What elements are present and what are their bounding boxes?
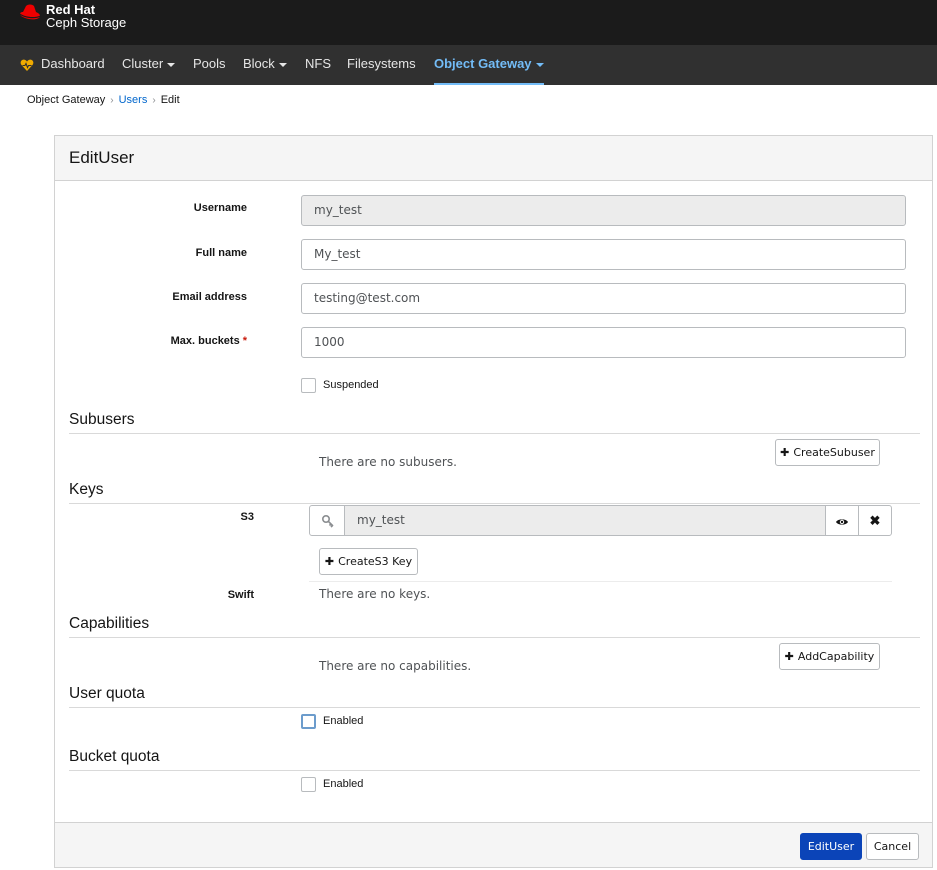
suspended-checkbox[interactable] xyxy=(301,378,316,393)
bucket-quota-enabled-checkbox[interactable] xyxy=(301,777,316,792)
card-footer: EditUser Cancel xyxy=(55,822,932,867)
max-buckets-field[interactable]: 1000 xyxy=(301,327,906,358)
keys-heading: Keys xyxy=(69,481,104,498)
plus-icon: ✚ xyxy=(324,555,335,568)
main-navbar: Dashboard Cluster Pools Block NFS Filesy… xyxy=(0,45,937,85)
chevron-down-icon xyxy=(278,62,287,67)
nav-pools[interactable]: Pools xyxy=(193,45,226,85)
s3-key-user-field[interactable]: my_test xyxy=(344,505,826,536)
create-subuser-button[interactable]: ✚ CreateSubuser xyxy=(775,439,880,466)
plus-icon: ✚ xyxy=(780,446,790,459)
add-capability-button[interactable]: ✚ AddCapability xyxy=(779,643,880,670)
divider xyxy=(69,637,920,638)
red-hat-logo-icon xyxy=(19,4,41,20)
card-header: EditUser xyxy=(55,136,932,181)
nav-block-label: Block xyxy=(243,56,275,71)
s3-key-row: my_test ✖ xyxy=(309,505,892,536)
username-field[interactable]: my_test xyxy=(301,195,906,226)
masthead: Red Hat Ceph Storage xyxy=(0,0,937,45)
nav-filesystems[interactable]: Filesystems xyxy=(347,45,416,85)
delete-key-close-icon[interactable]: ✖ xyxy=(858,505,892,536)
divider xyxy=(69,707,920,708)
cancel-button[interactable]: Cancel xyxy=(866,833,919,860)
chevron-down-icon xyxy=(535,62,544,67)
brand-product: Ceph Storage xyxy=(46,15,127,30)
brand-logo[interactable]: Red Hat Ceph Storage xyxy=(18,3,126,29)
user-quota-enabled-checkbox[interactable] xyxy=(301,714,316,729)
subusers-empty-text: There are no subusers. xyxy=(319,455,457,469)
edit-user-card: EditUser Username my_test Full name My_t… xyxy=(54,135,933,868)
capabilities-empty-text: There are no capabilities. xyxy=(319,659,472,673)
swift-label: Swift xyxy=(227,589,254,601)
breadcrumb-users-link[interactable]: Users xyxy=(119,94,148,106)
email-field[interactable]: testing@test.com xyxy=(301,283,906,314)
username-label: Username xyxy=(193,202,247,214)
max-buckets-label-text: Max. buckets xyxy=(170,335,240,347)
create-s3-key-button[interactable]: ✚ CreateS3 Key xyxy=(319,548,418,575)
plus-icon: ✚ xyxy=(784,650,794,663)
dashboard-heart-icon xyxy=(20,59,34,71)
nav-object-gateway[interactable]: Object Gateway xyxy=(434,45,544,85)
fullname-field[interactable]: My_test xyxy=(301,239,906,270)
nav-cluster-label: Cluster xyxy=(122,56,164,71)
capabilities-heading: Capabilities xyxy=(69,615,150,632)
divider xyxy=(69,433,920,434)
user-quota-heading: User quota xyxy=(69,685,145,702)
breadcrumb-separator-icon: › xyxy=(152,95,156,106)
divider xyxy=(69,770,920,771)
required-marker: * xyxy=(242,335,247,347)
nav-cluster[interactable]: Cluster xyxy=(122,45,176,85)
max-buckets-label: Max. buckets * xyxy=(171,335,247,347)
divider xyxy=(309,581,892,582)
suspended-label: Suspended xyxy=(323,379,379,391)
breadcrumb-edit: Edit xyxy=(160,94,180,106)
key-icon-svg xyxy=(322,515,334,528)
chevron-down-icon xyxy=(167,62,176,67)
bucket-quota-enabled-label: Enabled xyxy=(323,778,364,790)
fullname-label: Full name xyxy=(195,247,247,259)
show-key-eye-icon[interactable] xyxy=(825,505,859,536)
edit-user-submit-button[interactable]: EditUser xyxy=(800,833,862,860)
nav-dashboard[interactable]: Dashboard xyxy=(41,45,105,85)
nav-block[interactable]: Block xyxy=(243,45,287,85)
breadcrumb-object-gateway: Object Gateway xyxy=(27,94,106,106)
page-title: EditUser xyxy=(69,148,135,167)
swift-empty-text: There are no keys. xyxy=(319,587,431,601)
s3-label: S3 xyxy=(240,511,254,523)
key-icon xyxy=(309,505,345,536)
eye-icon xyxy=(836,518,848,525)
create-s3-key-label: CreateS3 Key xyxy=(338,555,413,568)
nav-nfs[interactable]: NFS xyxy=(305,45,331,85)
user-quota-enabled-label: Enabled xyxy=(323,715,364,727)
divider xyxy=(69,503,920,504)
email-label: Email address xyxy=(172,291,247,303)
breadcrumb-separator-icon: › xyxy=(110,95,114,106)
subusers-heading: Subusers xyxy=(69,411,135,428)
add-capability-label: AddCapability xyxy=(797,650,875,663)
breadcrumb: Object Gateway › Users › Edit xyxy=(27,94,180,106)
nav-object-gateway-label: Object Gateway xyxy=(434,56,532,71)
bucket-quota-heading: Bucket quota xyxy=(69,748,160,765)
create-subuser-label: CreateSubuser xyxy=(793,446,875,459)
